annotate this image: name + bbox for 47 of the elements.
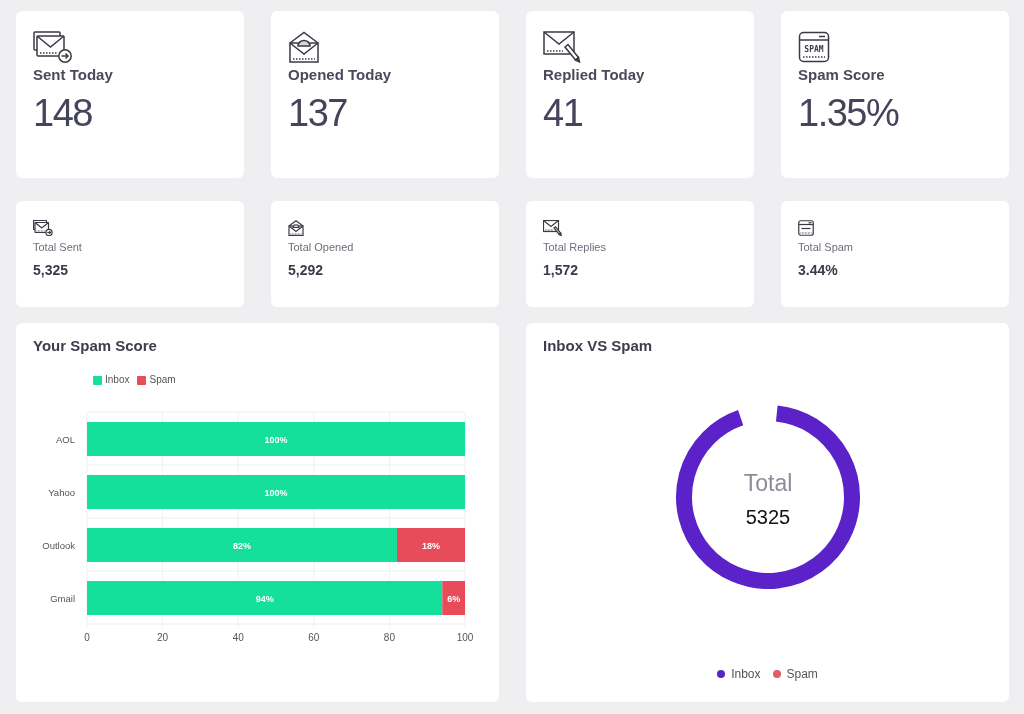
axis-tick-label: 100 bbox=[456, 632, 474, 643]
panel-title: Inbox VS Spam bbox=[542, 336, 654, 356]
envelope-arrow-icon bbox=[33, 31, 73, 63]
legend-label: Inbox bbox=[731, 666, 761, 682]
stat-label: Total Sent bbox=[33, 240, 83, 254]
axis-tick-label: 20 bbox=[157, 632, 169, 643]
axis-label: AOL bbox=[56, 433, 75, 445]
legend-label: Spam bbox=[149, 374, 176, 386]
envelope-pencil-icon bbox=[543, 220, 563, 236]
stat-value: 1.35% bbox=[798, 91, 900, 135]
bar-value-label: 100% bbox=[264, 434, 288, 445]
stat-value: 137 bbox=[288, 91, 348, 135]
legend-label: Inbox bbox=[105, 374, 130, 386]
panel-title: Your Spam Score bbox=[32, 336, 158, 356]
axis-label: Outlook bbox=[42, 539, 75, 551]
stat-label: Total Replies bbox=[543, 240, 607, 254]
spam-sign-icon: SPAM bbox=[798, 31, 830, 63]
axis-tick-label: 80 bbox=[383, 632, 395, 643]
stat-value: 148 bbox=[33, 91, 93, 135]
axis-tick-label: 0 bbox=[84, 632, 90, 643]
axis-label: Gmail bbox=[50, 592, 75, 604]
spam-sign-icon bbox=[798, 220, 814, 236]
axis-tick-label: 60 bbox=[308, 632, 320, 643]
stat-label: Sent Today bbox=[33, 66, 114, 84]
donut-center-label: Total bbox=[743, 470, 793, 496]
stat-value: 1,572 bbox=[543, 261, 580, 279]
stat-label: Total Opened bbox=[288, 240, 355, 254]
bar-value-label: 82% bbox=[232, 540, 251, 551]
stat-label: Opened Today bbox=[288, 66, 393, 84]
bar-value-label: 18% bbox=[421, 540, 440, 551]
axis-label: Yahoo bbox=[48, 486, 75, 498]
open-envelope-icon bbox=[288, 31, 320, 63]
stat-value: 5,292 bbox=[288, 261, 325, 279]
axis-tick-label: 40 bbox=[232, 632, 244, 643]
legend-label: Spam bbox=[786, 666, 818, 682]
stat-label: Replied Today bbox=[543, 66, 646, 84]
stat-label: Total Spam bbox=[798, 240, 855, 254]
stat-label: Spam Score bbox=[798, 66, 886, 84]
donut-center-value: 5325 bbox=[745, 506, 791, 528]
envelope-pencil-icon bbox=[543, 31, 583, 63]
bar-value-label: 6% bbox=[447, 593, 461, 604]
open-envelope-icon bbox=[288, 220, 304, 236]
stat-value: 41 bbox=[543, 91, 584, 135]
bar-value-label: 100% bbox=[264, 487, 288, 498]
stat-value: 3.44% bbox=[798, 261, 839, 279]
stat-value: 5,325 bbox=[33, 261, 70, 279]
bar-value-label: 94% bbox=[255, 593, 274, 604]
